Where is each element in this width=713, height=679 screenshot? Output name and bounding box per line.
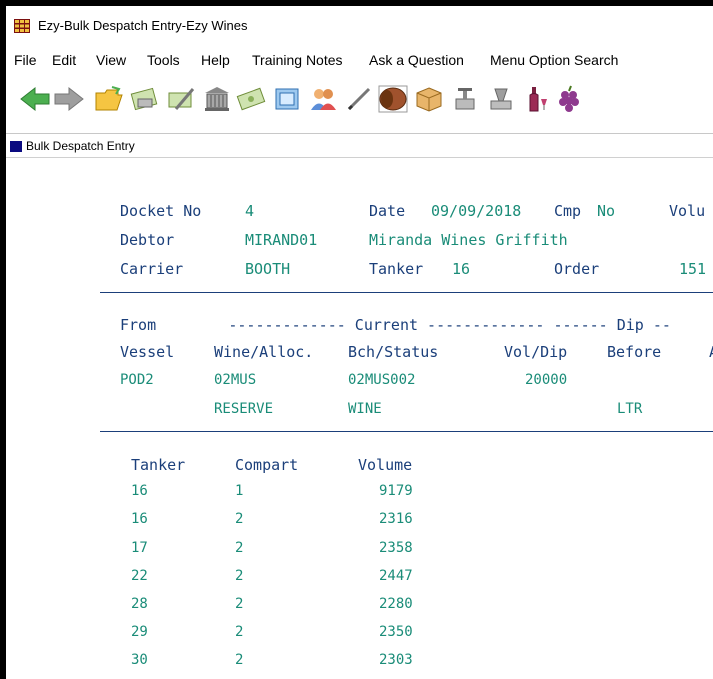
source-header-line: From ------------- Current -------------…	[120, 316, 671, 334]
date-label: Date	[369, 202, 406, 220]
row-volume: 2447	[379, 568, 413, 584]
vol-dip-column-header: Vol/Dip	[504, 343, 568, 361]
toolbar-separator	[6, 133, 713, 134]
document-icon[interactable]	[270, 82, 304, 116]
app-grid-icon	[14, 19, 30, 33]
wine-alloc-column-header: Wine/Alloc.	[214, 343, 314, 361]
title-bar: Ezy-Bulk Despatch Entry-Ezy Wines	[6, 6, 713, 44]
menu-edit[interactable]: Edit	[52, 52, 76, 68]
docket-no-label: Docket No	[120, 202, 202, 220]
row-volume: 2303	[379, 652, 413, 668]
menu-option-search[interactable]: Menu Option Search	[490, 52, 618, 68]
row-tanker: 16	[131, 483, 148, 499]
forward-arrow-icon[interactable]	[52, 82, 86, 116]
menu-view[interactable]: View	[96, 52, 126, 68]
batch-status-column-header: Bch/Status	[348, 343, 439, 361]
form-tab[interactable]: Bulk Despatch Entry	[6, 138, 713, 156]
vessel-value[interactable]: POD2	[120, 372, 154, 388]
pen-icon[interactable]	[342, 82, 376, 116]
form-tab-icon	[10, 141, 22, 152]
form-tab-divider	[6, 157, 713, 158]
cash-icon[interactable]	[128, 82, 162, 116]
press-icon[interactable]	[448, 82, 482, 116]
row-compart: 2	[235, 624, 244, 640]
vessel-column-header: Vessel	[120, 343, 175, 361]
menu-help[interactable]: Help	[201, 52, 230, 68]
cmp-label: Cmp	[554, 202, 582, 220]
toolbar	[6, 76, 713, 130]
app-window: Ezy-Bulk Despatch Entry-Ezy Wines File E…	[6, 6, 713, 679]
wine-value[interactable]: 02MUS	[214, 372, 256, 388]
compart-column-header: Compart	[235, 456, 299, 474]
bottle-icon[interactable]	[518, 82, 552, 116]
dip-after-column-header: A	[709, 343, 713, 361]
row-volume: 2280	[379, 596, 413, 612]
menu-ask-a-question[interactable]: Ask a Question	[369, 52, 464, 68]
row-compart: 2	[235, 568, 244, 584]
barrel-icon[interactable]	[376, 82, 410, 116]
back-arrow-icon[interactable]	[18, 82, 52, 116]
row-tanker: 17	[131, 540, 148, 556]
debtor-name: Miranda Wines Griffith	[369, 231, 568, 249]
row-tanker: 30	[131, 652, 148, 668]
row-volume: 2358	[379, 540, 413, 556]
box-icon[interactable]	[412, 82, 446, 116]
docket-no-value[interactable]: 4	[245, 202, 254, 220]
vol-dip-value: 20000	[525, 372, 568, 388]
date-value[interactable]: 09/09/2018	[431, 202, 521, 220]
cmp-value[interactable]: No	[597, 202, 615, 220]
carrier-label: Carrier	[120, 260, 184, 278]
debtor-label: Debtor	[120, 231, 175, 249]
tanker-label: Tanker	[369, 260, 424, 278]
form-tab-title: Bulk Despatch Entry	[26, 139, 135, 153]
volume-label: Volu	[669, 202, 706, 220]
row-tanker: 16	[131, 511, 148, 527]
row-compart: 2	[235, 511, 244, 527]
tanker-column-header: Tanker	[131, 456, 186, 474]
folder-open-icon[interactable]	[92, 82, 126, 116]
alloc-value: RESERVE	[214, 401, 274, 417]
users-icon[interactable]	[306, 82, 340, 116]
tanker-value[interactable]: 16	[452, 260, 470, 278]
row-compart: 2	[235, 652, 244, 668]
carrier-value[interactable]: BOOTH	[245, 260, 290, 278]
batch-value[interactable]: 02MUS002	[348, 372, 415, 388]
row-tanker: 22	[131, 568, 148, 584]
menu-training-notes[interactable]: Training Notes	[252, 52, 343, 68]
debtor-code[interactable]: MIRAND01	[245, 231, 317, 249]
row-compart: 2	[235, 596, 244, 612]
row-compart: 2	[235, 540, 244, 556]
money-icon[interactable]	[234, 82, 268, 116]
filter-icon[interactable]	[484, 82, 518, 116]
bank-icon[interactable]	[200, 82, 234, 116]
row-volume: 2316	[379, 511, 413, 527]
source-divider	[100, 431, 713, 432]
edit-cash-icon[interactable]	[164, 82, 198, 116]
menu-file[interactable]: File	[14, 52, 37, 68]
row-compart: 1	[235, 483, 244, 499]
grapes-icon[interactable]	[552, 82, 586, 116]
order-value[interactable]: 151	[679, 260, 706, 278]
row-tanker: 28	[131, 596, 148, 612]
menu-bar: File Edit View Tools Help Training Notes…	[6, 50, 713, 72]
unit-value: LTR	[617, 401, 643, 417]
header-divider	[100, 292, 713, 293]
row-volume: 2350	[379, 624, 413, 640]
status-value: WINE	[348, 401, 382, 417]
order-label: Order	[554, 260, 600, 278]
row-tanker: 29	[131, 624, 148, 640]
row-volume: 9179	[379, 483, 413, 499]
menu-tools[interactable]: Tools	[147, 52, 180, 68]
dip-before-column-header: Before	[607, 343, 662, 361]
window-title: Ezy-Bulk Despatch Entry-Ezy Wines	[38, 18, 248, 33]
volume-column-header: Volume	[358, 456, 413, 474]
